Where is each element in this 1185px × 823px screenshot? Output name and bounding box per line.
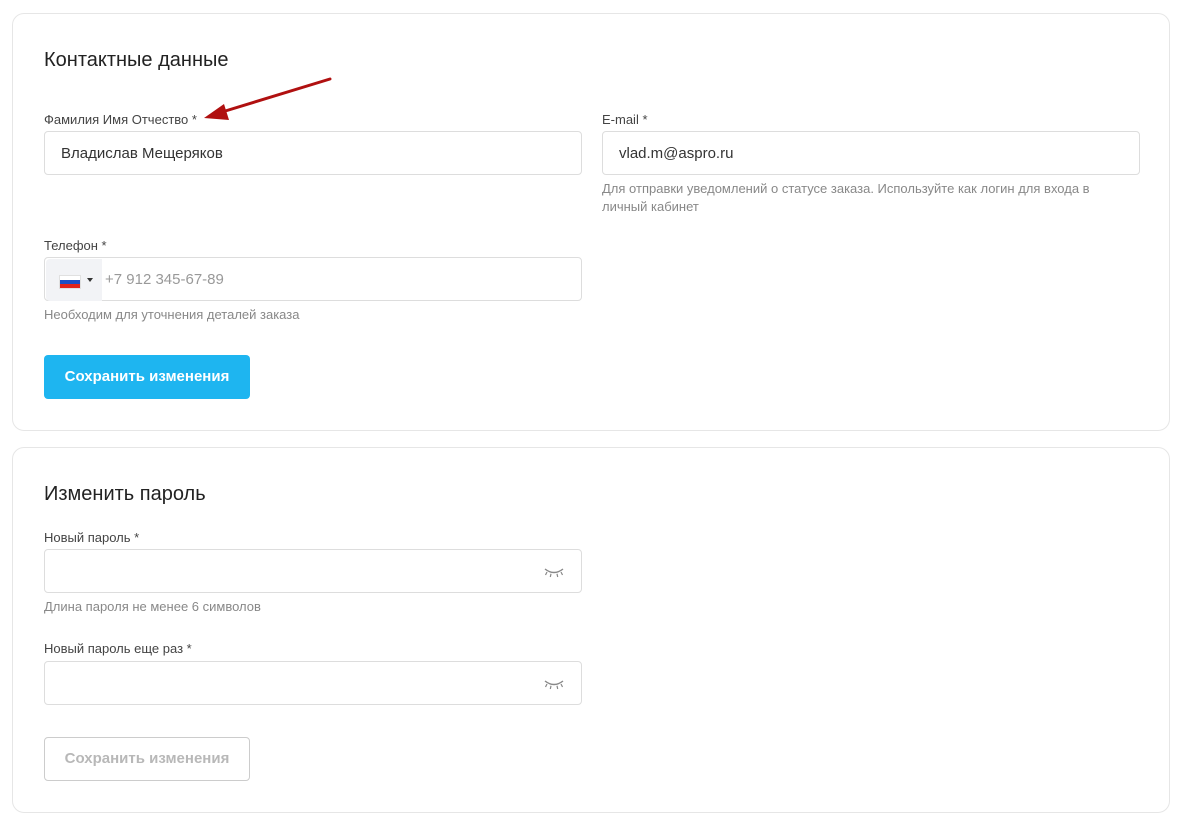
email-hint-line-1: Для отправки уведомлений о статусе заказ… (602, 181, 1090, 196)
fio-field[interactable]: Владислав Мещеряков (44, 131, 582, 175)
country-selector[interactable] (46, 259, 102, 301)
fio-label: Фамилия Имя Отчество * (44, 112, 197, 127)
change-password-card: Изменить пароль Новый пароль * Длина пар… (12, 447, 1170, 813)
save-password-button[interactable]: Сохранить изменения (44, 737, 250, 781)
repeat-password-label: Новый пароль еще раз * (44, 641, 192, 656)
eye-closed-icon[interactable] (543, 678, 565, 690)
eye-closed-icon[interactable] (543, 566, 565, 578)
email-field[interactable]: vlad.m@aspro.ru (602, 131, 1140, 175)
new-password-field[interactable] (44, 549, 582, 593)
chevron-down-icon (87, 278, 93, 282)
contact-data-card: Контактные данные Фамилия Имя Отчество *… (12, 13, 1170, 431)
email-label: E-mail * (602, 112, 648, 127)
change-password-title: Изменить пароль (44, 483, 206, 505)
repeat-password-field[interactable] (44, 661, 582, 705)
contact-data-title: Контактные данные (44, 49, 229, 71)
fio-value: Владислав Мещеряков (61, 145, 223, 162)
email-hint: Для отправки уведомлений о статусе заказ… (602, 180, 1162, 216)
new-password-hint: Длина пароля не менее 6 символов (44, 599, 261, 614)
russia-flag-icon (59, 275, 81, 289)
email-hint-line-2: личный кабинет (602, 199, 699, 214)
new-password-label: Новый пароль * (44, 530, 140, 545)
phone-value: +7 912 345-67-89 (105, 271, 224, 288)
phone-hint: Необходим для уточнения деталей заказа (44, 307, 300, 322)
phone-field[interactable]: +7 912 345-67-89 (44, 257, 582, 301)
save-contacts-button[interactable]: Сохранить изменения (44, 355, 250, 399)
email-value: vlad.m@aspro.ru (619, 145, 734, 162)
phone-label: Телефон * (44, 238, 107, 253)
